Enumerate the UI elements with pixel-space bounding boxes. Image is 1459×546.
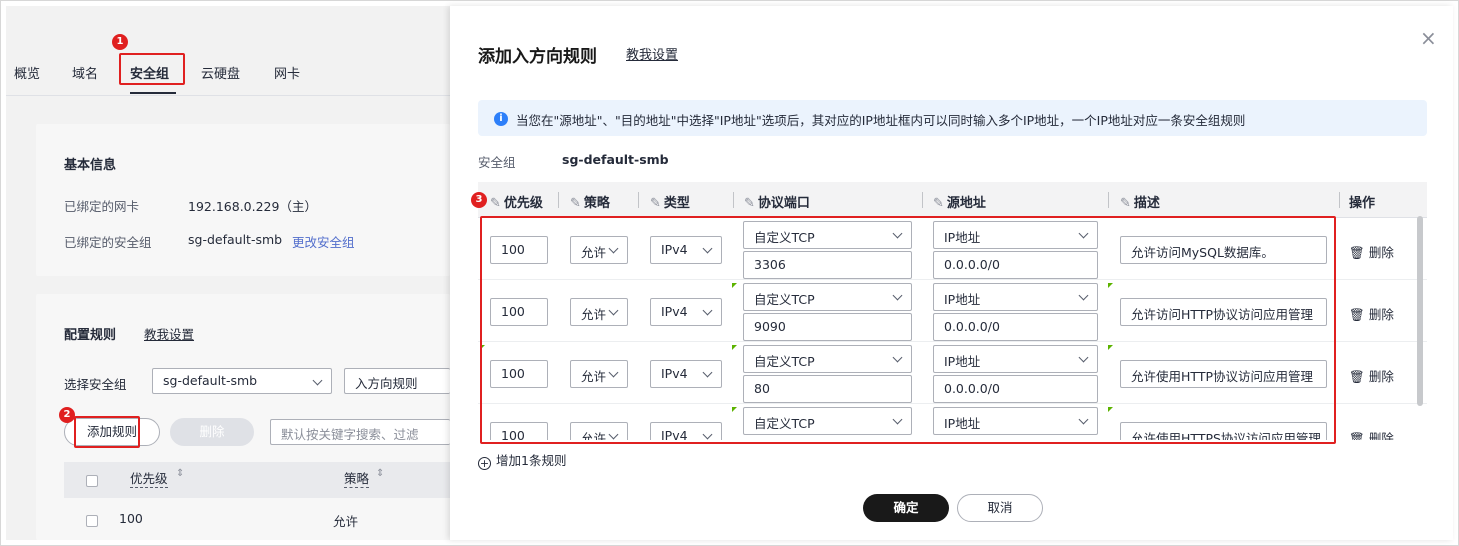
sg-select-value: sg-default-smb <box>163 373 258 388</box>
delete-label: 删除 <box>1368 431 1394 440</box>
trash-icon: 🗑 <box>1349 245 1365 260</box>
notice-banner: i 当您在"源地址"、"目的地址"中选择"IP地址"选项后，其对应的IP地址框内… <box>478 100 1427 136</box>
delete-button[interactable]: 删除 <box>170 418 254 446</box>
col-source-label: 源地址 <box>946 196 986 211</box>
col-priority-header: ✎ 优先级 <box>490 192 543 211</box>
drawer-title: 添加入方向规则 <box>478 47 597 67</box>
edit-icon: ✎ <box>490 196 501 211</box>
drawer-sg-label: 安全组 <box>478 155 516 170</box>
highlight-box-1 <box>119 53 185 85</box>
filter-icon[interactable]: ⇕ <box>376 468 384 479</box>
col-policy-header: ✎ 策略 <box>570 192 610 211</box>
nic-label: 已绑定的网卡 <box>64 199 140 214</box>
sg-label: 已绑定的安全组 <box>64 235 152 250</box>
direction-select-value: 入方向规则 <box>355 376 418 391</box>
detail-tabs: 概览 域名 安全组 云硬盘 网卡 <box>6 6 450 96</box>
info-icon: i <box>494 112 508 126</box>
delete-row-button[interactable]: 🗑 删除 <box>1349 304 1394 323</box>
drawer-teach-link[interactable]: 教我设置 <box>626 44 678 63</box>
cancel-button[interactable]: 取消 <box>957 494 1043 522</box>
delete-button-label: 删除 <box>199 424 225 439</box>
sort-icon[interactable]: ⇕ <box>176 468 184 479</box>
confirm-button[interactable]: 确定 <box>863 494 949 522</box>
edit-icon: ✎ <box>570 196 581 211</box>
delete-label: 删除 <box>1368 369 1394 384</box>
col-policy-label: 策略 <box>583 196 610 211</box>
change-sg-link[interactable]: 更改安全组 <box>292 232 355 251</box>
step-marker-1: 1 <box>112 34 128 50</box>
basic-info-title: 基本信息 <box>64 158 117 173</box>
drawer-sg-value: sg-default-smb <box>562 152 669 167</box>
col-divider <box>638 192 639 208</box>
delete-label: 删除 <box>1368 307 1394 322</box>
select-all-checkbox[interactable] <box>86 475 98 487</box>
search-placeholder: 默认按关键字搜索、过滤 <box>281 427 419 442</box>
background-page: 概览 域名 安全组 云硬盘 网卡 1 基本信息 已绑定的网卡 192.168.0… <box>6 6 450 540</box>
delete-row-button[interactable]: 🗑 删除 <box>1349 428 1394 440</box>
plus-circle-icon: + <box>478 457 491 470</box>
sg-select[interactable]: sg-default-smb <box>152 368 332 394</box>
teach-link[interactable]: 教我设置 <box>144 324 194 343</box>
col-priority-label: 优先级 <box>503 196 543 211</box>
col-desc-header: ✎ 描述 <box>1120 192 1160 211</box>
edit-icon: ✎ <box>1120 196 1131 211</box>
rules-title: 配置规则 <box>64 328 117 343</box>
col-divider <box>558 192 559 208</box>
add-one-rule-label: 增加1条规则 <box>496 453 567 468</box>
close-icon[interactable]: × <box>1420 26 1437 50</box>
col-divider <box>1339 192 1340 208</box>
col-desc-label: 描述 <box>1133 196 1160 211</box>
trash-icon: 🗑 <box>1349 431 1365 440</box>
add-one-rule-button[interactable]: + 增加1条规则 <box>478 450 566 470</box>
col-priority[interactable]: 优先级 <box>130 468 168 488</box>
direction-select[interactable]: 入方向规则 <box>344 368 450 394</box>
row-checkbox[interactable] <box>86 515 98 527</box>
tab-disk[interactable]: 云硬盘 <box>201 63 240 82</box>
delete-row-button[interactable]: 🗑 删除 <box>1349 242 1394 261</box>
nic-value: 192.168.0.229（主） <box>188 199 317 214</box>
col-policy[interactable]: 策略 <box>344 468 370 488</box>
col-type-label: 类型 <box>663 196 690 211</box>
edit-icon: ✎ <box>650 196 661 211</box>
row-priority: 100 <box>119 511 143 526</box>
delete-row-button[interactable]: 🗑 删除 <box>1349 366 1394 385</box>
col-action-header: 操作 <box>1349 196 1376 211</box>
add-inbound-rule-drawer: 添加入方向规则 教我设置 × i 当您在"源地址"、"目的地址"中选择"IP地址… <box>450 6 1453 540</box>
delete-label: 删除 <box>1368 245 1394 260</box>
sg-value: sg-default-smb <box>188 232 283 247</box>
trash-icon: 🗑 <box>1349 369 1365 384</box>
trash-icon: 🗑 <box>1349 307 1365 322</box>
col-port-label: 协议端口 <box>757 196 810 211</box>
edit-icon: ✎ <box>744 196 755 211</box>
col-divider <box>1108 192 1109 208</box>
active-tab-indicator <box>130 92 176 94</box>
step-marker-3: 3 <box>471 192 487 208</box>
search-input[interactable]: 默认按关键字搜索、过滤 <box>270 419 450 445</box>
rule-table-header: ✎ 优先级 ✎ 策略 ✎ 类型 ✎ 协议端口 ✎ 源地址 ✎ 描述 操作 <box>478 182 1427 218</box>
col-source-header: ✎ 源地址 <box>933 192 986 211</box>
col-divider <box>733 192 734 208</box>
tab-domain[interactable]: 域名 <box>72 63 98 82</box>
tab-nic[interactable]: 网卡 <box>274 63 300 82</box>
step-marker-2: 2 <box>59 407 75 423</box>
edit-icon: ✎ <box>933 196 944 211</box>
col-port-header: ✎ 协议端口 <box>744 192 810 211</box>
highlight-box-2 <box>74 416 140 448</box>
row-policy: 允许 <box>333 514 359 529</box>
col-type-header: ✎ 类型 <box>650 192 690 211</box>
rows-scrollbar[interactable] <box>1417 216 1423 406</box>
col-divider <box>922 192 923 208</box>
highlight-box-3 <box>480 216 1336 444</box>
basic-info-card: 基本信息 已绑定的网卡 192.168.0.229（主） 已绑定的安全组 sg-… <box>36 124 450 276</box>
tab-overview[interactable]: 概览 <box>14 63 40 82</box>
select-sg-label: 选择安全组 <box>64 377 127 392</box>
notice-text: 当您在"源地址"、"目的地址"中选择"IP地址"选项后，其对应的IP地址框内可以… <box>516 113 1246 128</box>
rules-table-header: 优先级 ⇕ 策略 ⇕ <box>64 462 450 498</box>
